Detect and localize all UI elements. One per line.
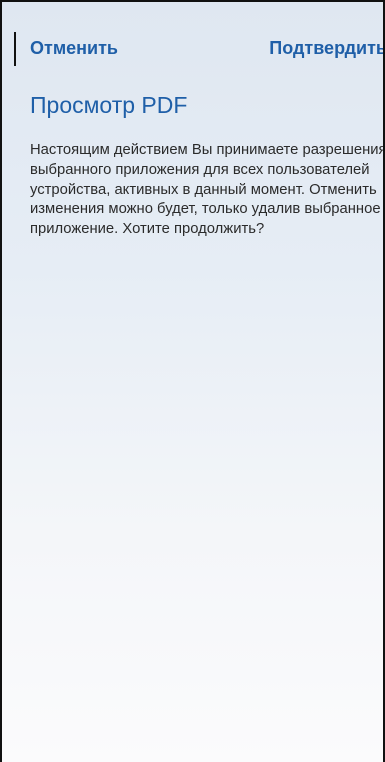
dialog-title: Просмотр PDF [30, 92, 188, 118]
confirm-button[interactable]: Подтвердить [269, 38, 383, 59]
dialog-message: Настоящим действием Вы принимаете разреш… [30, 142, 385, 238]
dialog-action-bar: Отменить Подтвердить [2, 2, 383, 92]
permission-dialog: Отменить Подтвердить Просмотр PDF Настоя… [0, 0, 385, 762]
cancel-button[interactable]: Отменить [30, 38, 118, 59]
